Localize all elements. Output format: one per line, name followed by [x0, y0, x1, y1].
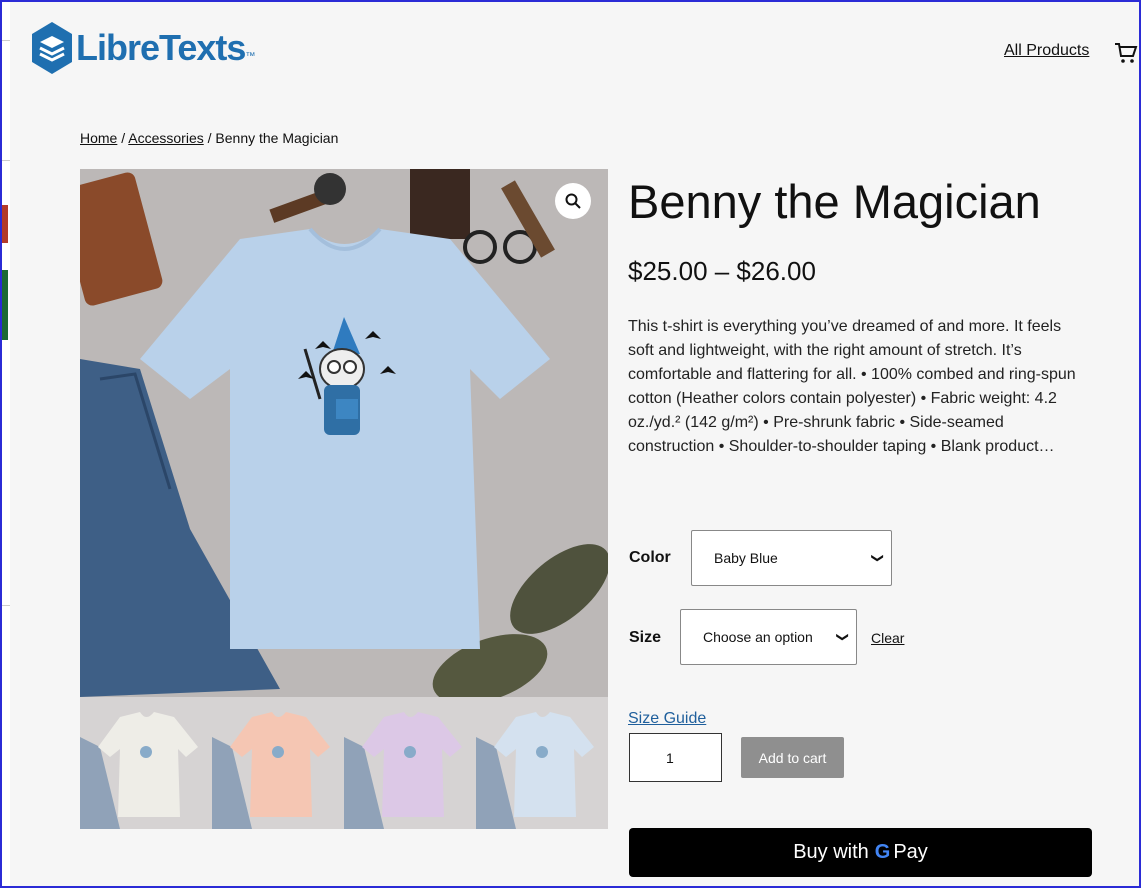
breadcrumb-home[interactable]: Home: [80, 130, 117, 146]
chevron-down-icon: ❯: [870, 552, 885, 564]
breadcrumb-separator: /: [203, 130, 216, 146]
thumbnail-coral[interactable]: [212, 697, 344, 829]
breadcrumb-current: Benny the Magician: [215, 130, 339, 146]
gpay-prefix: Buy with: [793, 841, 869, 863]
thumbnail-baby-blue[interactable]: [476, 697, 608, 829]
breadcrumb-separator: /: [117, 130, 129, 146]
google-pay-button[interactable]: Buy with G Pay: [629, 828, 1092, 877]
cart-icon[interactable]: [1114, 41, 1138, 65]
all-products-link[interactable]: All Products: [1004, 42, 1089, 60]
thumbnail-white[interactable]: [80, 697, 212, 829]
size-guide-link[interactable]: Size Guide: [628, 710, 706, 728]
add-to-cart-button[interactable]: Add to cart: [741, 737, 844, 778]
color-select-value: Baby Blue: [714, 550, 778, 566]
logo-trademark: ™: [245, 51, 256, 62]
size-select-value: Choose an option: [703, 629, 813, 645]
color-label: Color: [629, 549, 671, 566]
size-label: Size: [629, 629, 662, 646]
logo-icon: [32, 22, 72, 74]
left-cropped-panel: [0, 0, 10, 888]
breadcrumb-accessories[interactable]: Accessories: [128, 130, 203, 146]
gpay-suffix: Pay: [893, 841, 928, 863]
product-title: Benny the Magician: [628, 175, 1041, 228]
product-price: $25.00 – $26.00: [628, 256, 816, 286]
product-photo: [80, 169, 608, 697]
quantity-input[interactable]: 1: [629, 733, 722, 782]
magnifier-icon: [565, 193, 581, 209]
clear-options-link[interactable]: Clear: [871, 630, 904, 646]
color-select[interactable]: Baby Blue ❯: [691, 530, 892, 586]
zoom-button[interactable]: [555, 183, 591, 219]
thumbnail-lavender[interactable]: [344, 697, 476, 829]
product-main-image[interactable]: [80, 169, 608, 697]
thumbnail-gallery: [80, 697, 608, 829]
logo-text: LibreTexts: [76, 27, 246, 68]
google-g-icon: G: [874, 841, 891, 863]
breadcrumb: Home / Accessories / Benny the Magician: [80, 130, 338, 146]
libretexts-logo[interactable]: LibreTexts ™: [30, 20, 255, 76]
size-select[interactable]: Choose an option ❯: [680, 609, 857, 665]
product-description: This t-shirt is everything you’ve dreame…: [628, 318, 1076, 455]
chevron-down-icon: ❯: [835, 631, 850, 643]
